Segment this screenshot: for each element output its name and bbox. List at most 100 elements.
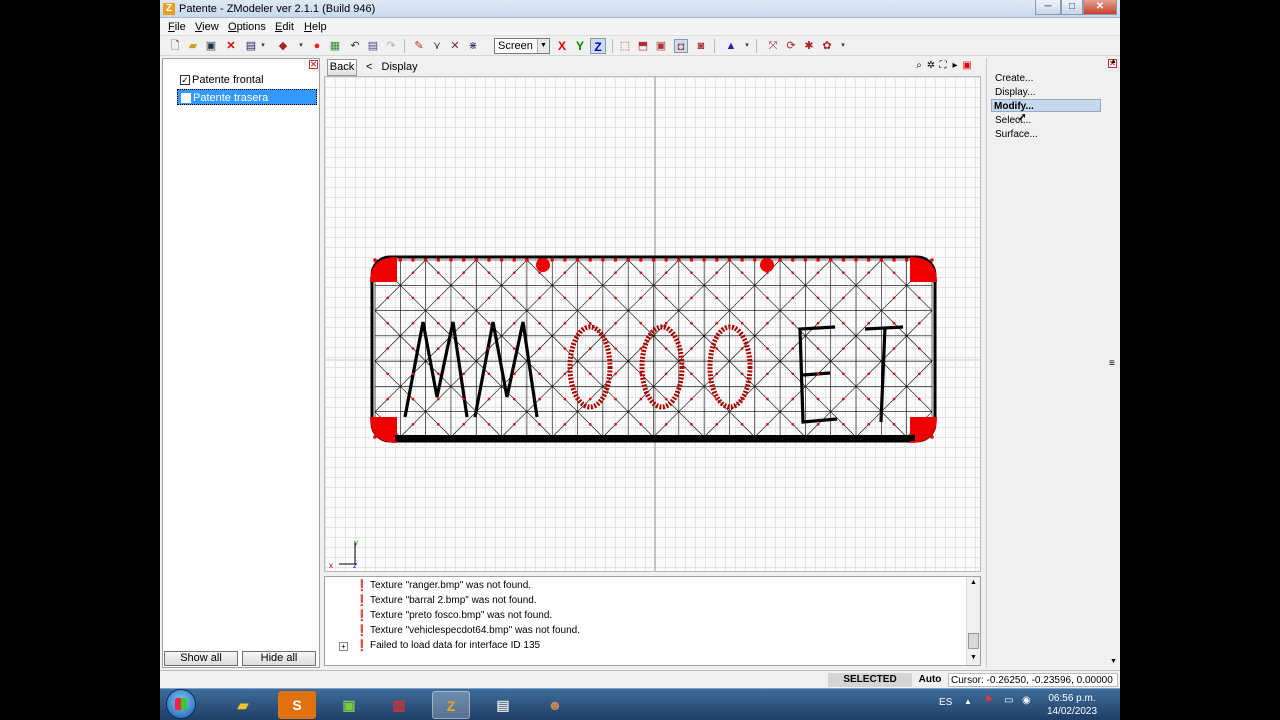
minimize-button[interactable]: ─ [1035,0,1061,15]
cube-textured-icon[interactable]: ◘ [674,39,688,53]
close-icon[interactable]: ✕ [309,60,318,69]
warning-icon: ❗ [355,595,369,607]
volume-icon[interactable]: ◉ [1022,695,1031,706]
tree-item-patente-frontal[interactable]: ✓ Patente frontal [177,72,317,88]
hide-all-button[interactable]: Hide all [242,651,316,666]
select-edge-icon[interactable]: ✕ [448,39,462,53]
select-face-icon[interactable]: ⋇ [466,39,480,53]
edge-vertex [601,258,605,262]
mesh-vertex [816,271,820,274]
flag-icon[interactable]: ⚑ [984,695,993,706]
save-icon[interactable]: ▣ [204,39,218,53]
wireframe-icon[interactable]: ⬚ [618,39,632,53]
sublime-icon[interactable]: S [278,691,316,719]
document-icon[interactable]: ▤ [366,39,380,53]
menu-file[interactable]: File [168,21,186,33]
cube-icon[interactable]: ⬒ [636,39,650,53]
export-dropdown-icon[interactable]: ▾ [294,39,308,53]
scroll-up-icon[interactable]: ▲ [1110,58,1117,65]
material-icon[interactable]: ✿ [820,39,834,53]
menu-surface[interactable]: Surface... [993,128,1103,141]
back-button[interactable]: Back [327,59,357,76]
scroll-down-icon[interactable]: ▼ [1110,658,1117,665]
export-icon[interactable]: ◆ [276,39,290,53]
paint-icon[interactable]: ✎ [412,39,426,53]
close-file-icon[interactable]: ✕ [224,39,238,53]
network-icon[interactable]: ▭ [1004,695,1013,706]
zoom-icon[interactable]: ⌕ [913,60,925,71]
visibility-checkbox[interactable]: ✓ [180,75,190,85]
scroll-up-icon[interactable]: ▲ [970,579,977,586]
scale-icon[interactable]: ✱ [802,39,816,53]
menu-display[interactable]: Display... [993,86,1103,99]
restore-button[interactable]: □ [1061,0,1083,15]
scroll-thumb[interactable] [968,633,979,649]
winrar-icon[interactable]: ▥ [380,691,418,719]
taskbar-clock[interactable]: 06:56 p.m. 14/02/2023 [1042,692,1102,718]
mesh-vertex [436,296,440,300]
axis-x-toggle[interactable]: X [554,38,570,54]
rotate-icon[interactable]: ⟳ [784,39,798,53]
menu-select[interactable]: Select... [993,114,1103,127]
render-sphere-icon[interactable]: ● [310,39,324,53]
cube-shaded-icon[interactable]: ◙ [694,39,708,53]
mesh-vertex [512,423,516,426]
chevron-down-icon[interactable]: ▼ [537,39,549,53]
maximize-icon[interactable]: ▸ [949,60,961,71]
open-folder-icon[interactable]: ▰ [186,39,200,53]
notepad-icon[interactable]: ▤ [484,691,522,719]
menu-view[interactable]: View [195,21,219,33]
license-plate-mesh[interactable] [370,255,937,443]
texture-icon[interactable]: ▦ [328,39,342,53]
pan-icon[interactable]: ⛶ [937,60,949,71]
close-viewport-icon[interactable]: ▣ [961,60,973,71]
menu-modify[interactable]: Modify... [991,99,1101,112]
splitter-grip-icon[interactable]: ≡ [1109,358,1115,369]
mesh-vertex [487,423,491,426]
axis-y-toggle[interactable]: Y [572,38,588,54]
close-button[interactable]: ✕ [1083,0,1117,15]
app-window-icon[interactable]: ▣ [330,691,368,719]
zmodeler-window: Z Patente - ZModeler ver 2.1.1 (Build 94… [160,0,1120,720]
undo-icon[interactable]: ↶ [348,39,362,53]
menu-bar: File View Options Edit Help [160,18,1120,36]
menu-help[interactable]: Help [304,21,327,33]
language-indicator[interactable]: ES [939,697,952,708]
cube-solid-icon[interactable]: ▣ [654,39,668,53]
normals-dropdown-icon[interactable]: ▾ [740,39,754,53]
mesh-vertex [791,372,795,376]
edge-vertex [714,258,719,262]
menu-options[interactable]: Options [228,21,266,33]
visibility-checkbox[interactable] [181,93,191,103]
move-icon[interactable]: ⤧ [766,39,780,53]
axis-z-toggle[interactable]: Z [590,38,606,54]
new-file-icon[interactable]: 🗋 [168,39,182,53]
zmodeler-task-icon[interactable]: Z [432,691,470,719]
redo-icon[interactable]: ↷ [384,39,398,53]
mesh-vertex [690,271,693,274]
coordinate-space-select[interactable]: Screen ▼ [494,38,550,54]
viewport-canvas[interactable]: y x z [325,77,981,572]
breadcrumb-display[interactable]: Display [382,61,418,73]
menu-edit[interactable]: Edit [275,21,294,33]
expand-icon[interactable]: + [339,642,348,651]
mesh-vertex [740,321,744,325]
normals-icon[interactable]: ▲ [724,39,738,53]
mesh-vertex [791,271,795,274]
scroll-down-icon[interactable]: ▼ [970,654,977,661]
rotate-view-icon[interactable]: ✲ [925,60,937,71]
menu-create[interactable]: Create... [993,72,1103,85]
start-button-icon[interactable] [166,689,196,719]
material-dropdown-icon[interactable]: ▾ [836,39,850,53]
tree-item-patente-trasera[interactable]: Patente trasera [177,89,317,105]
viewport-3d[interactable]: y x z [324,76,981,572]
select-vertex-icon[interactable]: ⋎ [430,39,444,53]
log-scrollbar[interactable]: ▲ ▼ [966,577,980,665]
game-icon[interactable]: ☻ [536,691,574,719]
explorer-icon[interactable]: ▰ [224,691,262,719]
show-all-button[interactable]: Show all [164,651,238,666]
tray-expand-icon[interactable]: ▲ [964,697,972,706]
tree-item-label: Patente frontal [192,74,264,86]
import-dropdown-icon[interactable]: ▾ [256,39,270,53]
mesh-vertex [892,423,896,426]
